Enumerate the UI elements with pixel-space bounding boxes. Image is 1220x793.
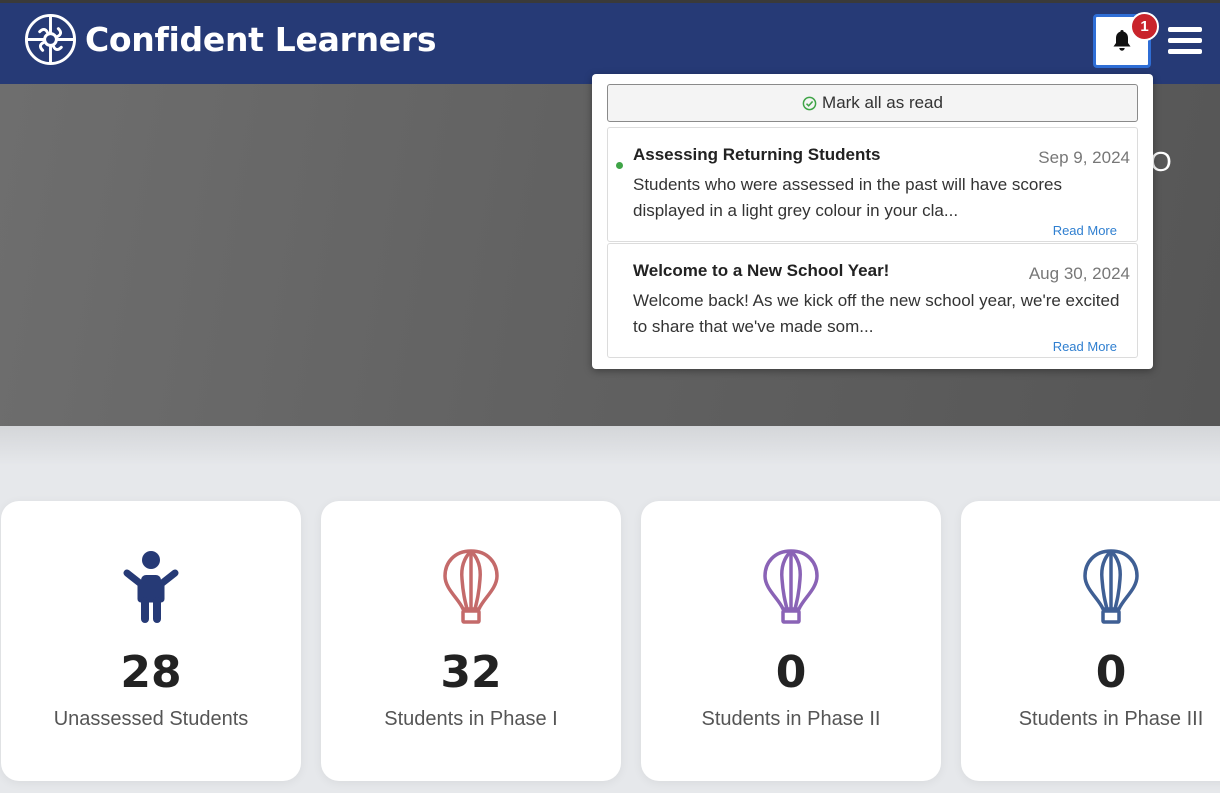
- brand[interactable]: Confident Learners: [24, 13, 436, 66]
- top-navbar: Confident Learners 1: [0, 0, 1220, 84]
- unread-dot-icon: [616, 162, 623, 169]
- mark-all-read-label: Mark all as read: [822, 93, 943, 112]
- hero-text-partial: O: [1150, 146, 1172, 177]
- stat-label: Students in Phase II: [701, 708, 881, 730]
- stat-value: 0: [1095, 647, 1127, 698]
- hot-air-balloon-icon: [1083, 549, 1139, 624]
- logo-icon: [24, 13, 77, 66]
- stat-value: 32: [440, 647, 502, 698]
- stat-card-phase-3[interactable]: 0 Students in Phase III: [961, 501, 1220, 781]
- notification-count-badge: 1: [1130, 12, 1159, 41]
- notification-body: Students who were assessed in the past w…: [633, 175, 1063, 220]
- stat-value: 0: [775, 647, 807, 698]
- notification-title: Welcome to a New School Year!: [633, 261, 890, 280]
- notification-date: Sep 9, 2024: [1038, 148, 1130, 167]
- stat-card-phase-2[interactable]: 0 Students in Phase II: [641, 501, 941, 781]
- hero-shadow: [0, 426, 1220, 466]
- notification-date: Aug 30, 2024: [1028, 264, 1130, 283]
- hot-air-balloon-icon: [443, 549, 499, 624]
- check-circle-icon: [802, 96, 817, 110]
- stat-value: 28: [120, 647, 182, 698]
- stat-card-phase-1[interactable]: 32 Students in Phase I: [321, 501, 621, 781]
- person-icon: [123, 551, 179, 623]
- hamburger-menu-icon[interactable]: [1168, 27, 1202, 59]
- notification-item[interactable]: Assessing Returning Students Sep 9, 2024…: [607, 127, 1138, 242]
- notification-title: Assessing Returning Students: [633, 145, 881, 164]
- brand-name: Confident Learners: [85, 20, 437, 59]
- stat-label: Students in Phase I: [384, 708, 558, 730]
- notifications-dropdown: Mark all as read Assessing Returning Stu…: [592, 74, 1153, 369]
- notification-body: Welcome back! As we kick off the new sch…: [633, 291, 1120, 336]
- stat-card-unassessed[interactable]: 28 Unassessed Students: [1, 501, 301, 781]
- read-more-link[interactable]: Read More: [1053, 223, 1117, 238]
- hot-air-balloon-icon: [763, 549, 819, 624]
- stat-label: Students in Phase III: [1018, 708, 1204, 730]
- mark-all-read-button[interactable]: Mark all as read: [607, 84, 1138, 122]
- notification-item[interactable]: Welcome to a New School Year! Aug 30, 20…: [607, 243, 1138, 358]
- stat-label: Unassessed Students: [53, 708, 249, 730]
- read-more-link[interactable]: Read More: [1053, 339, 1117, 354]
- bell-icon: [1113, 30, 1131, 51]
